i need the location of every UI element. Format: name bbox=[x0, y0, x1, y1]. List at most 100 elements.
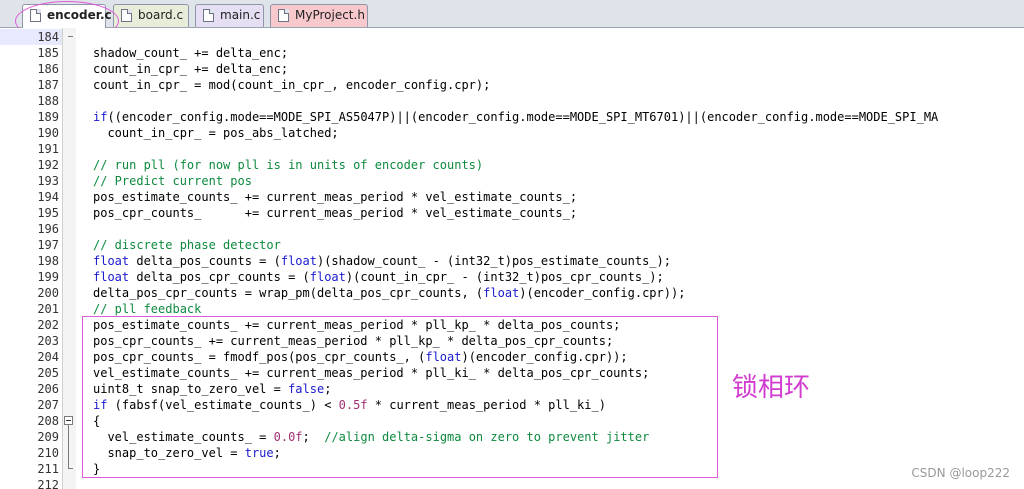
tab-label: board.c bbox=[138, 8, 184, 22]
code-line[interactable]: 199 float delta_pos_cpr_counts = (float)(… bbox=[0, 269, 1024, 285]
line-number: 195 bbox=[37, 206, 59, 220]
code-line[interactable]: 195 pos_cpr_counts_ += current_meas_perio… bbox=[0, 205, 1024, 221]
code-text: } bbox=[93, 461, 100, 477]
line-number: 188 bbox=[37, 94, 59, 108]
line-number: 192 bbox=[37, 158, 59, 172]
comment-token: // Predict current pos bbox=[93, 174, 252, 188]
line-number: 197 bbox=[37, 238, 59, 252]
code-token: )(encoder_config.cpr)); bbox=[519, 286, 686, 300]
code-token: count_in_cpr_ += delta_enc; bbox=[93, 62, 289, 76]
code-line[interactable]: 212 bbox=[0, 477, 1024, 489]
line-number: 203 bbox=[37, 334, 59, 348]
keyword-token: false bbox=[288, 382, 325, 396]
code-line[interactable]: 184 bbox=[0, 29, 1024, 45]
code-line[interactable]: 203 pos_cpr_counts_ += current_meas_perio… bbox=[0, 333, 1024, 349]
code-line[interactable]: 207 if (fabsf(vel_estimate_counts_) < 0.5… bbox=[0, 397, 1024, 413]
code-line[interactable]: 211} bbox=[0, 461, 1024, 477]
code-line[interactable]: 193 // Predict current pos bbox=[0, 173, 1024, 189]
code-text: pos_cpr_counts_ += current_meas_period *… bbox=[93, 205, 577, 221]
code-line[interactable]: 189 if((encoder_config.mode==MODE_SPI_AS5… bbox=[0, 109, 1024, 125]
keyword-token: float bbox=[425, 350, 462, 364]
line-number: 194 bbox=[37, 190, 59, 204]
fold-collapse-icon[interactable] bbox=[64, 416, 73, 425]
code-line[interactable]: 191 bbox=[0, 141, 1024, 157]
code-line[interactable]: 200 delta_pos_cpr_counts = wrap_pm(delta_… bbox=[0, 285, 1024, 301]
code-text: pos_estimate_counts_ += current_meas_per… bbox=[93, 317, 620, 333]
line-number: 200 bbox=[37, 286, 59, 300]
code-line[interactable]: 202 pos_estimate_counts_ += current_meas_… bbox=[0, 317, 1024, 333]
h-file-icon bbox=[278, 9, 289, 22]
code-token: )(count_in_cpr_ - (int32_t)pos_cpr_count… bbox=[345, 270, 664, 284]
code-line[interactable]: 208 { bbox=[0, 413, 1024, 429]
code-token: pos_cpr_counts_ = fmodf_pos(pos_cpr_coun… bbox=[93, 350, 426, 364]
code-text: // pll feedback bbox=[93, 301, 201, 317]
code-line[interactable]: 190 count_in_cpr_ = pos_abs_latched; bbox=[0, 125, 1024, 141]
code-text: vel_estimate_counts_ += current_meas_per… bbox=[93, 365, 649, 381]
tab-encoder-c[interactable]: encoder.c bbox=[22, 4, 112, 28]
fold-guide bbox=[68, 425, 69, 469]
code-text: // discrete phase detector bbox=[93, 237, 281, 253]
code-line[interactable]: 185 shadow_count_ += delta_enc; bbox=[0, 45, 1024, 61]
code-token: pos_estimate_counts_ += current_meas_per… bbox=[93, 318, 621, 332]
fold-end-marker bbox=[68, 468, 73, 469]
code-text: if((encoder_config.mode==MODE_SPI_AS5047… bbox=[93, 109, 938, 125]
code-line[interactable]: 196 bbox=[0, 221, 1024, 237]
line-number: 211 bbox=[37, 462, 59, 476]
code-line[interactable]: 210 snap_to_zero_vel = true; bbox=[0, 445, 1024, 461]
code-text: uint8_t snap_to_zero_vel = false; bbox=[93, 381, 331, 397]
keyword-token: float bbox=[483, 286, 520, 300]
code-line[interactable]: 204 pos_cpr_counts_ = fmodf_pos(pos_cpr_c… bbox=[0, 349, 1024, 365]
code-editor[interactable]: 184 185 shadow_count_ += delta_enc; 186 coun… bbox=[0, 28, 1024, 489]
code-text: shadow_count_ += delta_enc; bbox=[93, 45, 288, 61]
tab-label: encoder.c bbox=[47, 8, 112, 22]
tab-label: MyProject.h bbox=[295, 8, 365, 22]
keyword-token: float bbox=[93, 270, 130, 284]
code-token: ; bbox=[273, 446, 281, 460]
code-line[interactable]: 205 vel_estimate_counts_ += current_meas_… bbox=[0, 365, 1024, 381]
line-number: 185 bbox=[37, 46, 59, 60]
tab-myproject-h[interactable]: MyProject.h bbox=[270, 4, 368, 27]
code-line[interactable]: 201 // pll feedback bbox=[0, 301, 1024, 317]
code-line[interactable]: 198 float delta_pos_counts = (float)(shad… bbox=[0, 253, 1024, 269]
comment-token: // run pll (for now pll is in units of e… bbox=[93, 158, 484, 172]
code-token: vel_estimate_counts_ += current_meas_per… bbox=[93, 366, 650, 380]
keyword-token: float bbox=[93, 254, 130, 268]
code-token: pos_cpr_counts_ += current_meas_period *… bbox=[93, 206, 578, 220]
tab-main-c[interactable]: main.c bbox=[195, 4, 264, 27]
code-line[interactable]: 209 vel_estimate_counts_ = 0.0f; //align… bbox=[0, 429, 1024, 445]
code-text: snap_to_zero_vel = true; bbox=[93, 445, 281, 461]
code-line[interactable]: 188 bbox=[0, 93, 1024, 109]
code-token: ; bbox=[324, 382, 332, 396]
code-text: pos_cpr_counts_ = fmodf_pos(pos_cpr_coun… bbox=[93, 349, 628, 365]
code-token: delta_pos_cpr_counts = wrap_pm(delta_pos… bbox=[93, 286, 484, 300]
editor-window: encoder.c board.c main.c MyProject.h 184… bbox=[0, 0, 1024, 489]
code-text: float delta_pos_counts = (float)(shadow_… bbox=[93, 253, 671, 269]
line-number: 193 bbox=[37, 174, 59, 188]
line-number: 201 bbox=[37, 302, 59, 316]
line-number: 207 bbox=[37, 398, 59, 412]
line-number: 196 bbox=[37, 222, 59, 236]
code-line[interactable]: 197 // discrete phase detector bbox=[0, 237, 1024, 253]
line-number: 204 bbox=[37, 350, 59, 364]
code-token: delta_pos_cpr_counts = ( bbox=[129, 270, 310, 284]
line-number: 187 bbox=[37, 78, 59, 92]
file-tab-bar: encoder.c board.c main.c MyProject.h bbox=[0, 0, 1024, 28]
code-line[interactable]: 192 // run pll (for now pll is in units o… bbox=[0, 157, 1024, 173]
code-line[interactable]: 206 uint8_t snap_to_zero_vel = false; bbox=[0, 381, 1024, 397]
line-number: 210 bbox=[37, 446, 59, 460]
code-token: ((encoder_config.mode==MODE_SPI_AS5047P)… bbox=[107, 110, 939, 124]
code-token: { bbox=[93, 414, 101, 428]
code-token: )(shadow_count_ - (int32_t)pos_estimate_… bbox=[316, 254, 671, 268]
code-line[interactable]: 186 count_in_cpr_ += delta_enc; bbox=[0, 61, 1024, 77]
line-number: 199 bbox=[37, 270, 59, 284]
number-token: 0.0f bbox=[273, 430, 303, 444]
comment-token: // pll feedback bbox=[93, 302, 202, 316]
keyword-token: if bbox=[93, 110, 108, 124]
keyword-token: float bbox=[280, 254, 317, 268]
tab-board-c[interactable]: board.c bbox=[113, 4, 189, 27]
code-token: pos_estimate_counts_ += current_meas_per… bbox=[93, 190, 578, 204]
code-line[interactable]: 187 count_in_cpr_ = mod(count_in_cpr_, en… bbox=[0, 77, 1024, 93]
line-number: 191 bbox=[37, 142, 59, 156]
code-text: count_in_cpr_ = pos_abs_latched; bbox=[93, 125, 338, 141]
code-line[interactable]: 194 pos_estimate_counts_ += current_meas_… bbox=[0, 189, 1024, 205]
